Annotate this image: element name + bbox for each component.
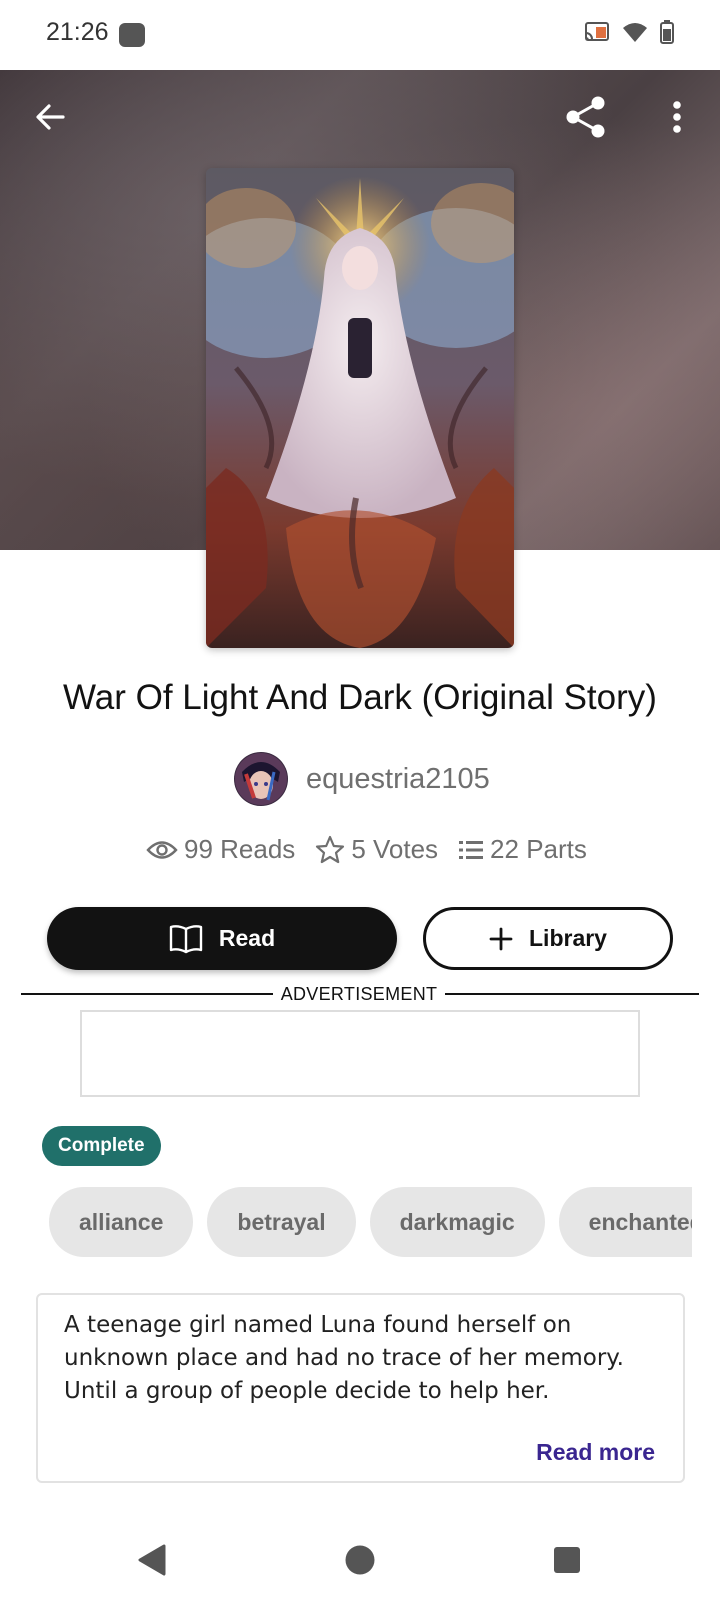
cast-icon [585,22,609,41]
add-to-library-button[interactable]: Library [423,907,673,970]
wifi-icon [623,23,647,42]
read-more-link[interactable]: Read more [536,1439,655,1466]
triangle-back-icon [138,1544,166,1576]
status-icons [584,20,674,44]
read-button-label: Read [218,925,276,951]
story-stats: 99 Reads 5 Votes 22 Parts [146,834,587,865]
arrow-left-icon [36,104,65,130]
list-icon [459,840,484,859]
nav-recents-button[interactable] [545,1538,589,1582]
advertisement-divider: ADVERTISEMENT [21,984,699,1004]
tag-chip[interactable]: enchantedfo [558,1187,692,1257]
status-time: 21:26 [46,18,109,46]
divider-line [445,993,699,995]
more-options-button[interactable] [649,89,705,145]
status-bar: 21:26 [0,0,720,70]
battery-icon [660,20,674,44]
library-button-label: Library [529,925,607,951]
share-icon [566,96,605,138]
star-icon [316,835,345,863]
plus-icon [489,927,513,950]
book-open-icon [169,924,203,953]
nav-home-button[interactable] [338,1538,382,1582]
notification-icon [119,23,145,47]
reads-stat: 99 Reads [146,834,295,865]
story-cover-image[interactable] [206,168,514,648]
author-avatar[interactable] [234,752,288,806]
status-badge: Complete [42,1126,161,1166]
parts-count: 22 Parts [490,834,587,864]
advertisement-slot[interactable] [80,1010,640,1097]
divider-line [21,993,273,995]
system-navigation-bar [0,1520,720,1600]
votes-stat: 5 Votes [315,834,438,865]
eye-icon [146,840,178,859]
square-recents-icon [554,1547,580,1573]
circle-home-icon [345,1545,375,1575]
nav-back-button[interactable] [130,1538,174,1582]
tag-chip[interactable]: darkmagic [369,1187,545,1257]
tag-chip[interactable]: betrayal [207,1187,356,1257]
author-name[interactable]: equestria2105 [306,763,490,796]
more-vertical-icon [673,101,681,133]
story-title: War Of Light And Dark (Original Story) [63,678,657,717]
reads-count: 99 Reads [184,834,296,864]
share-button[interactable] [558,89,614,145]
advertisement-label: ADVERTISEMENT [280,984,438,1004]
read-button[interactable]: Read [47,907,397,970]
back-button[interactable] [22,89,78,145]
author-link[interactable]: equestria2105 [234,752,490,806]
tag-list[interactable]: alliancebetrayaldarkmagicenchantedfo [49,1187,692,1257]
story-description: A teenage girl named Luna found herself … [64,1312,624,1404]
votes-count: 5 Votes [351,834,439,864]
description-card: A teenage girl named Luna found herself … [36,1293,685,1483]
parts-stat: 22 Parts [458,834,587,865]
tag-chip[interactable]: alliance [49,1187,194,1257]
